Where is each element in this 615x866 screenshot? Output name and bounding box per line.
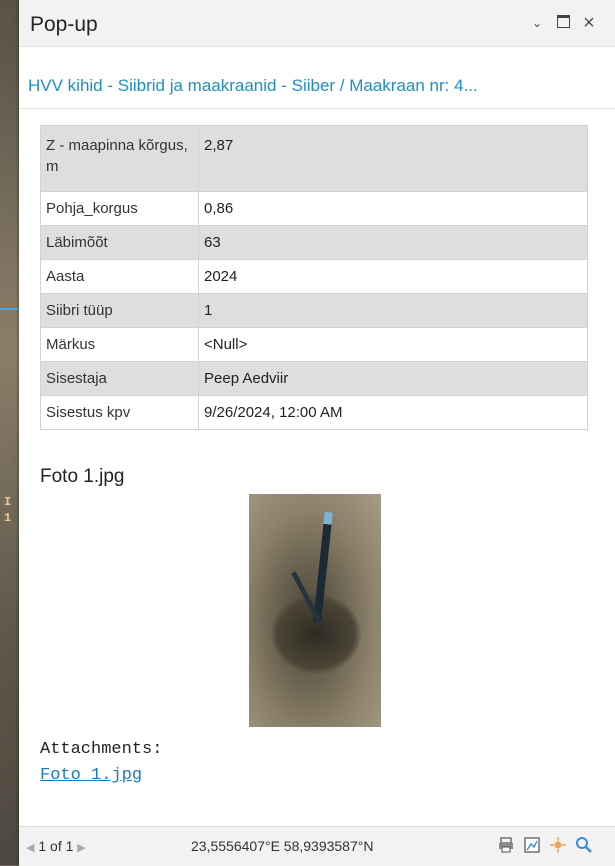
pager: ◀ 1 of 1 ▶ xyxy=(26,838,86,854)
field-value: 0,86 xyxy=(198,191,588,226)
prev-icon[interactable]: ◀ xyxy=(26,842,34,854)
table-row: Sisestaja Peep Aedviir xyxy=(40,361,588,396)
field-name: Märkus xyxy=(40,327,199,362)
chevron-down-icon[interactable]: ⌄ xyxy=(526,12,548,34)
pane-title: Pop-up xyxy=(30,13,98,36)
map-label: I 1 xyxy=(4,494,11,526)
field-value: Peep Aedviir xyxy=(198,361,588,396)
pane-titlebar: Pop-up ⌄ × xyxy=(19,0,615,47)
field-value: 63 xyxy=(198,225,588,260)
field-value: 2,87 xyxy=(198,125,588,192)
table-row: Märkus <Null> xyxy=(40,327,588,362)
popup-pane: Pop-up ⌄ × HVV kihid - Siibrid ja maakra… xyxy=(19,0,615,866)
field-name: Aasta xyxy=(40,259,199,294)
field-value: <Null> xyxy=(198,327,588,362)
table-row: Läbimõõt 63 xyxy=(40,225,588,260)
pager-text: 1 of 1 xyxy=(38,838,74,854)
field-value: 2024 xyxy=(198,259,588,294)
map-label-line: 1 xyxy=(4,511,12,525)
map-extent-icon[interactable] xyxy=(522,835,542,855)
close-icon[interactable]: × xyxy=(578,12,600,34)
print-icon[interactable] xyxy=(496,835,516,855)
table-row: Aasta 2024 xyxy=(40,259,588,294)
layer-title[interactable]: HVV kihid - Siibrid ja maakraanid - Siib… xyxy=(28,76,608,96)
attachments-label: Attachments: xyxy=(40,740,163,759)
maximize-icon[interactable] xyxy=(552,12,574,34)
field-name: Siibri tüüp xyxy=(40,293,199,328)
table-row: Z - maapinna kõrgus, m 2,87 xyxy=(40,125,588,192)
flash-icon[interactable] xyxy=(548,835,568,855)
field-name: Pohja_korgus xyxy=(40,191,199,226)
table-row: Siibri tüüp 1 xyxy=(40,293,588,328)
photo-title: Foto 1.jpg xyxy=(40,466,125,487)
next-icon[interactable]: ▶ xyxy=(77,842,85,854)
attachment-photo[interactable] xyxy=(249,494,381,727)
coordinates-readout: 23,5556407°E 58,9393587°N xyxy=(191,838,374,854)
attribute-table: Z - maapinna kõrgus, m 2,87 Pohja_korgus… xyxy=(40,125,588,430)
field-name: Sisestus kpv xyxy=(40,395,199,430)
field-value: 9/26/2024, 12:00 AM xyxy=(198,395,588,430)
layer-header: HVV kihid - Siibrid ja maakraanid - Siib… xyxy=(19,66,615,109)
attachment-link[interactable]: Foto 1.jpg xyxy=(40,766,142,785)
field-name: Läbimõõt xyxy=(40,225,199,260)
pane-footer: ◀ 1 of 1 ▶ 23,5556407°E 58,9393587°N xyxy=(19,826,615,866)
field-name: Sisestaja xyxy=(40,361,199,396)
table-row: Pohja_korgus 0,86 xyxy=(40,191,588,226)
table-row: Sisestus kpv 9/26/2024, 12:00 AM xyxy=(40,395,588,430)
map-label-line: I xyxy=(4,495,12,509)
zoom-to-icon[interactable] xyxy=(574,835,594,855)
field-name: Z - maapinna kõrgus, m xyxy=(40,125,199,192)
field-value: 1 xyxy=(198,293,588,328)
